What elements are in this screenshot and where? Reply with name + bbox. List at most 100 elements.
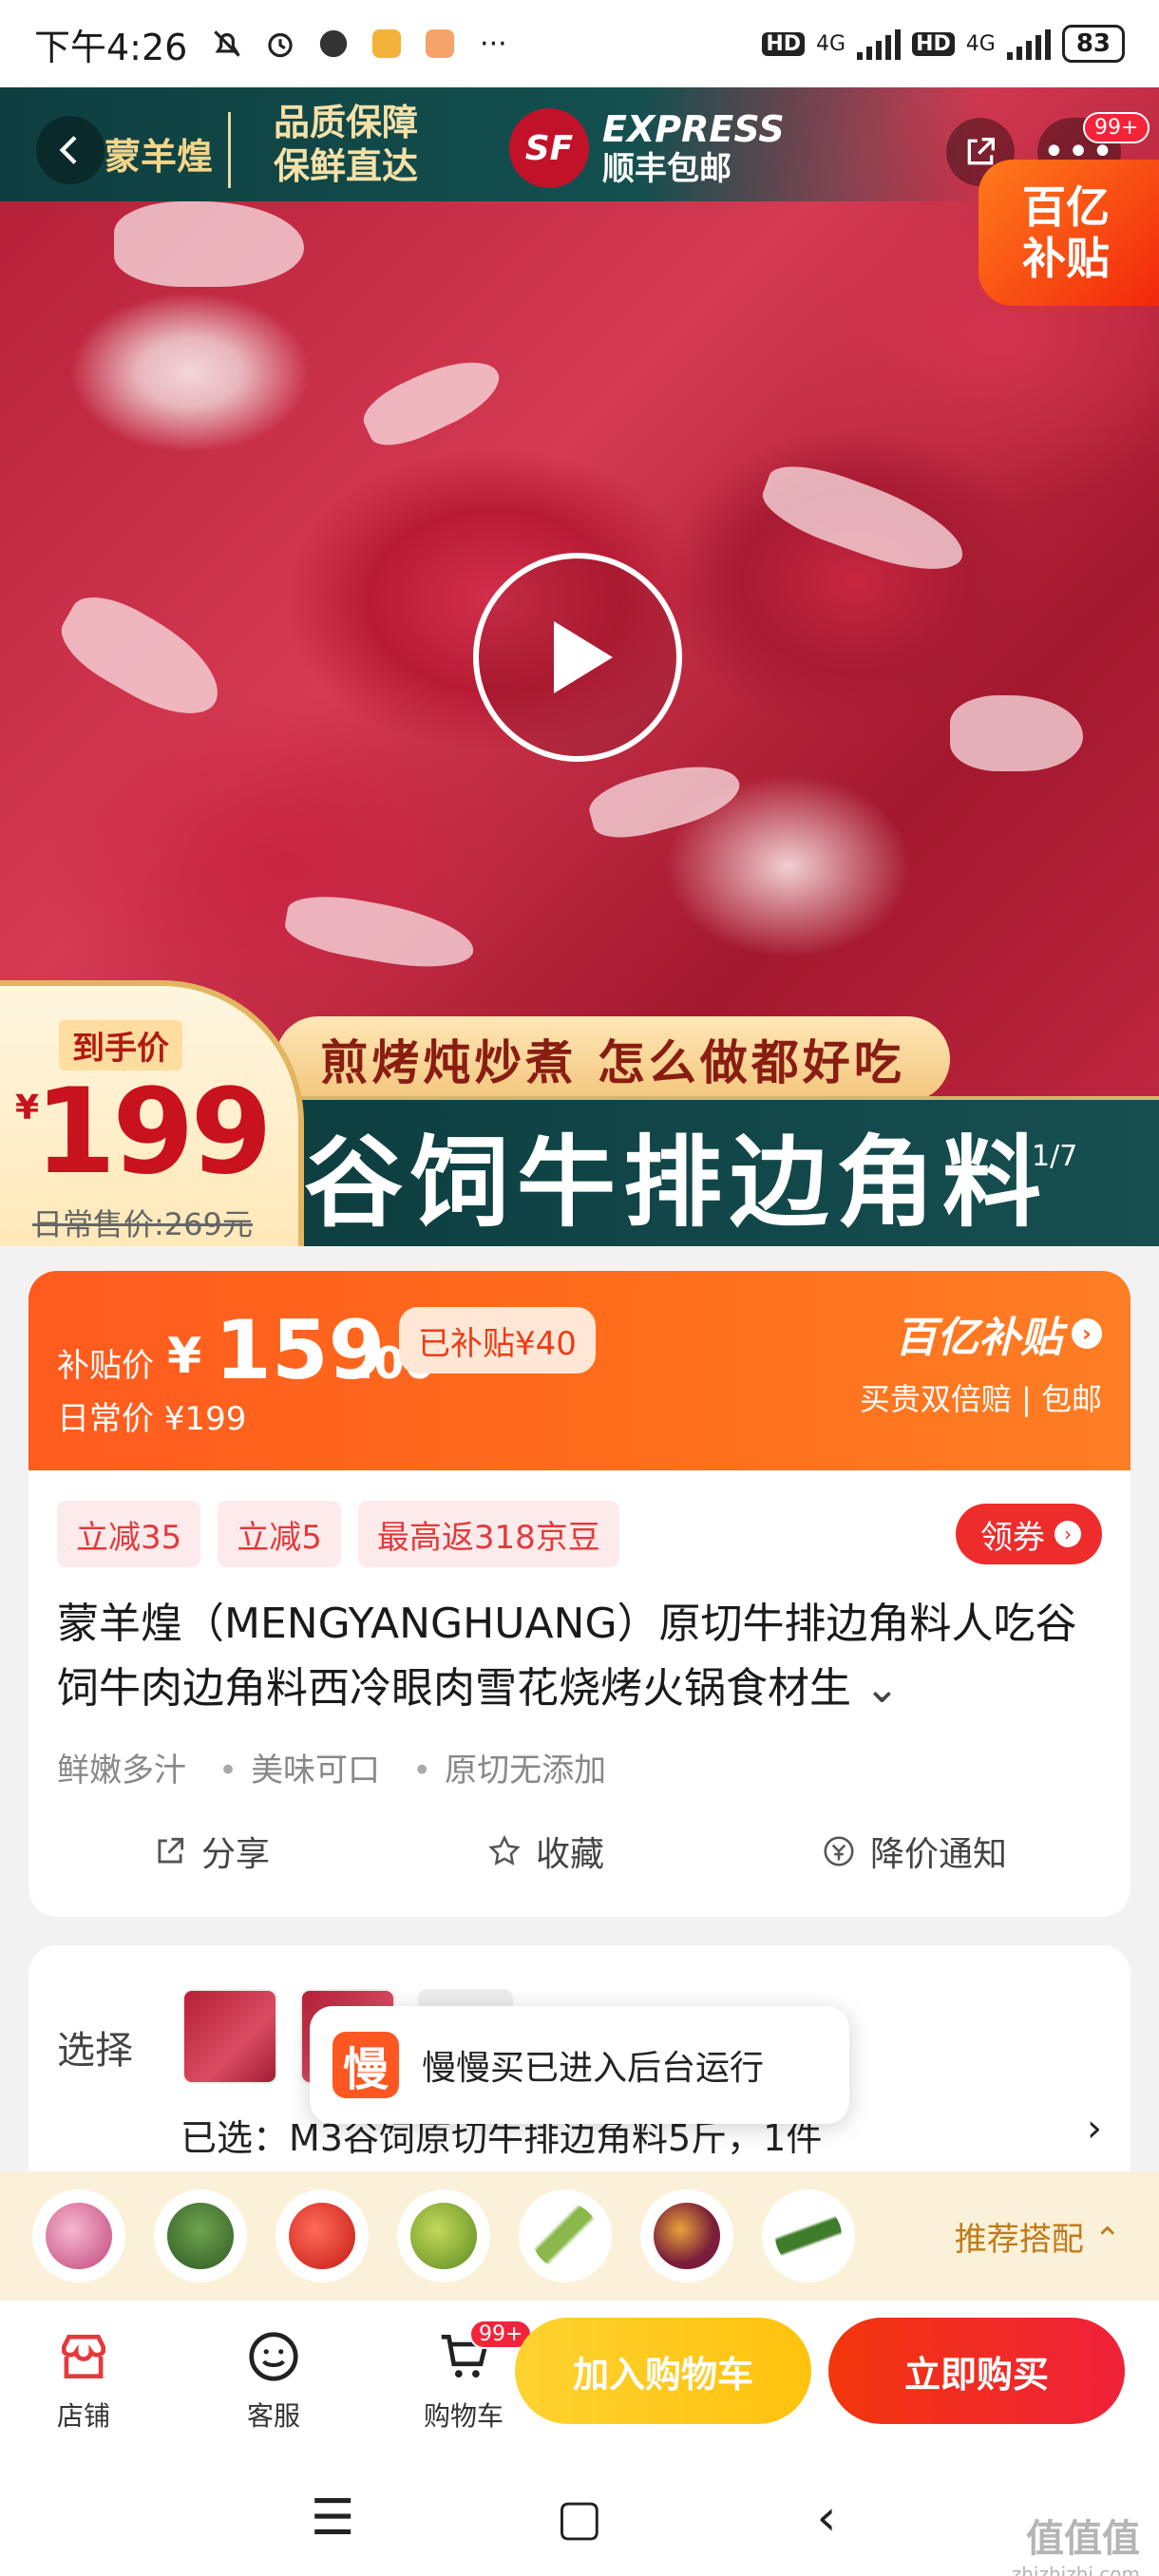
- slogan-line-2: 保鲜直达: [274, 145, 419, 187]
- favorite-label: 收藏: [535, 1835, 604, 1874]
- get-coupon-label: 领券: [980, 1518, 1045, 1557]
- play-icon: [554, 621, 613, 693]
- subsidy-price-label: 补贴价: [57, 1347, 154, 1385]
- billion-subsidy-title[interactable]: 百亿补贴 ›: [895, 1303, 1102, 1364]
- home-button[interactable]: ▢: [551, 2490, 608, 2547]
- sf-express-text: EXPRESS 顺丰包邮: [602, 108, 785, 188]
- hero-regular-price: 日常售价:269元: [32, 1206, 253, 1242]
- feature-item: 美味可口: [218, 1744, 380, 1790]
- background-running-toast: 慢 慢慢买已进入后台运行: [310, 2006, 849, 2124]
- subsidy-price-currency: ¥: [167, 1328, 202, 1385]
- mute-bell-icon: [208, 25, 246, 63]
- product-banner-title: 谷饲牛排边角料: [266, 1096, 1159, 1246]
- product-actions: 分享 收藏 降价通知: [57, 1827, 1102, 1876]
- slogan-line-1: 品质保障: [274, 102, 419, 143]
- status-bar: 下午4:26 ··· HD 4G HD 4G 83: [0, 0, 1159, 87]
- meat-marbling: [950, 695, 1083, 771]
- app-notification-icon-3: [421, 25, 459, 63]
- alarm-icon: [261, 25, 299, 63]
- price-card: 补贴价 ¥ 159 .00 已补贴¥40 日常价 ¥199 百亿补贴 › 买贵双…: [28, 1271, 1130, 1917]
- product-title-text: 蒙羊煌（MENGYANGHUANG）原切牛排边角料人吃谷饲牛肉边角料西冷眼肉雪花…: [57, 1600, 1077, 1713]
- sf-express-line-1: EXPRESS: [602, 108, 785, 150]
- cooking-slogan: 煎烤炖炒煮 怎么做都好吃: [276, 1016, 950, 1102]
- recommend-item-lime[interactable]: [397, 2189, 490, 2282]
- back-button[interactable]: [36, 116, 104, 184]
- sku-thumbnail[interactable]: [182, 1989, 277, 2084]
- customer-service-button[interactable]: 客服: [179, 2327, 369, 2434]
- share-action[interactable]: 分享: [152, 1827, 270, 1876]
- back-nav-button[interactable]: ‹: [798, 2490, 855, 2547]
- passion-fruit-icon: [654, 2203, 720, 2269]
- share-icon: [158, 1837, 184, 1864]
- status-time: 下午4:26: [34, 26, 188, 68]
- recommend-item-broccoli[interactable]: [154, 2189, 247, 2282]
- subsidy-corner-line-2: 补贴: [1022, 233, 1110, 284]
- star-icon: [488, 1834, 521, 1866]
- expand-title-icon[interactable]: ⌄: [864, 1664, 900, 1713]
- recommend-item-cucumber[interactable]: [762, 2189, 855, 2282]
- billion-subsidy-guarantee: 买贵双倍赔 | 包邮: [859, 1381, 1102, 1417]
- brand-slogan: 品质保障 保鲜直达: [274, 101, 418, 188]
- subsidized-amount-badge: 已补贴¥40: [399, 1307, 596, 1373]
- recommend-item-asparagus[interactable]: [519, 2189, 612, 2282]
- meat-marbling: [583, 752, 747, 847]
- hero-price-value: 199: [34, 1064, 273, 1201]
- recommend-item-tomato[interactable]: [276, 2189, 369, 2282]
- get-coupon-button[interactable]: 领券 ›: [956, 1504, 1102, 1564]
- meat-marbling: [754, 452, 975, 587]
- app-notification-icon-2: [368, 25, 406, 63]
- system-navigation-bar: ☰ ▢ ‹: [0, 2460, 1159, 2576]
- recommend-item-passion-fruit[interactable]: [640, 2189, 733, 2282]
- chevron-right-icon[interactable]: ›: [1087, 2107, 1102, 2150]
- recommended-pairing-strip: 推荐搭配 ⌃: [0, 2171, 1159, 2301]
- lime-icon: [410, 2203, 477, 2269]
- toast-message: 慢慢买已进入后台运行: [422, 2049, 765, 2088]
- tomato-icon: [289, 2203, 355, 2269]
- subsidy-price-banner[interactable]: 补贴价 ¥ 159 .00 已补贴¥40 日常价 ¥199 百亿补贴 › 买贵双…: [28, 1271, 1130, 1470]
- price-alert-action[interactable]: 降价通知: [821, 1827, 1007, 1876]
- recent-apps-button[interactable]: ☰: [304, 2490, 361, 2547]
- hero-price-bubble: 到手价 ¥ 199 日常售价:269元: [0, 980, 304, 1246]
- gallery-page-indicator: 1/7: [1032, 1140, 1078, 1173]
- cart-label: 购物车: [423, 2400, 504, 2432]
- sf-express-logo: SF: [509, 108, 589, 188]
- subsidy-corner-badge: 百亿 补贴: [978, 160, 1159, 306]
- feature-item: 鲜嫩多汁: [57, 1752, 186, 1790]
- app-notification-icon: [314, 25, 352, 63]
- promo-tag[interactable]: 立减5: [218, 1501, 341, 1567]
- store-button[interactable]: 店铺: [0, 2327, 179, 2434]
- play-video-button[interactable]: [473, 553, 682, 762]
- sf-express-line-2: 顺丰包邮: [602, 150, 732, 188]
- network-type: 4G: [816, 31, 846, 56]
- broccoli-icon: [167, 2203, 234, 2269]
- billion-subsidy-label: 百亿补贴: [895, 1314, 1062, 1362]
- asparagus-icon: [532, 2203, 598, 2269]
- meat-marbling: [49, 581, 236, 733]
- select-label: 选择: [57, 2029, 133, 2073]
- header-divider: [228, 112, 231, 188]
- regular-price: 日常价 ¥199: [57, 1400, 247, 1438]
- hd-icon-2: HD: [912, 31, 955, 56]
- promo-tag[interactable]: 最高返318京豆: [357, 1501, 619, 1567]
- watermark-sub: zhizhizhi.com: [1011, 2563, 1140, 2576]
- recommend-item-onion[interactable]: [32, 2189, 125, 2282]
- message-badge: 99+: [1083, 112, 1150, 143]
- add-to-cart-button[interactable]: 加入购物车: [515, 2318, 811, 2424]
- buy-now-button[interactable]: 立即购买: [828, 2318, 1125, 2424]
- meat-marbling: [281, 888, 479, 977]
- watermark: 值值值 zhizhizhi.com: [1012, 2508, 1140, 2576]
- recommend-pairing-toggle[interactable]: 推荐搭配 ⌃: [955, 2213, 1121, 2260]
- price-alert-label: 降价通知: [869, 1835, 1007, 1874]
- promo-tag[interactable]: 立减35: [57, 1501, 201, 1567]
- brand-logo: 蒙羊煌: [104, 136, 214, 178]
- meat-marbling: [114, 201, 304, 287]
- store-label: 店铺: [56, 2400, 110, 2432]
- favorite-action[interactable]: 收藏: [486, 1827, 604, 1876]
- share-label: 分享: [201, 1835, 271, 1874]
- signal-icon-2: [1006, 28, 1051, 60]
- manmanmai-app-icon: 慢: [332, 2032, 399, 2098]
- product-title[interactable]: 蒙羊煌（MENGYANGHUANG）原切牛排边角料人吃谷饲牛肉边角料西冷眼肉雪花…: [57, 1592, 1102, 1721]
- customer-service-label: 客服: [246, 2400, 300, 2432]
- price-down-icon: [824, 1836, 854, 1866]
- promotion-row: 立减35 立减5 最高返318京豆 领券 ›: [57, 1501, 1102, 1567]
